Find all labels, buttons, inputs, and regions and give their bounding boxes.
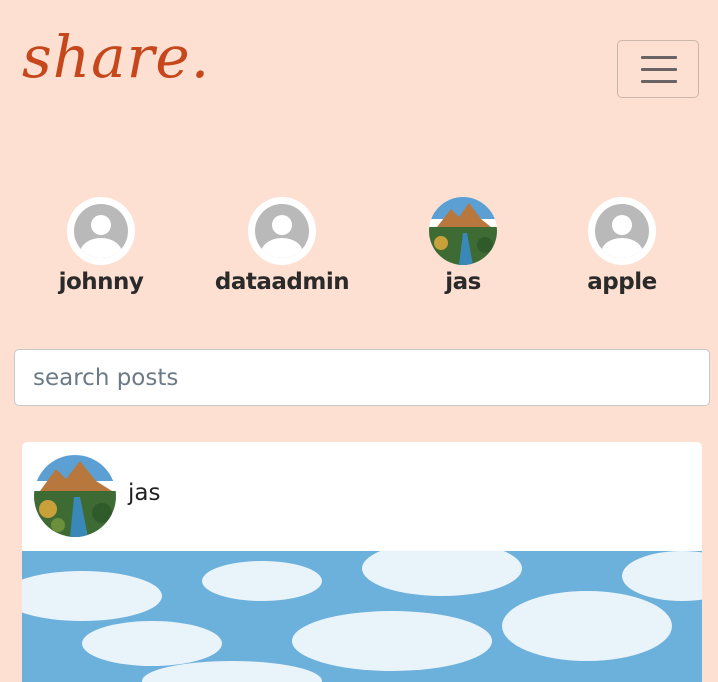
post-card[interactable]: jas (22, 442, 702, 682)
user-name: apple (587, 269, 657, 295)
post-author-name[interactable]: jas (128, 480, 160, 506)
site-logo[interactable]: share. (22, 8, 210, 86)
search-input[interactable] (14, 349, 710, 406)
user-name: dataadmin (214, 269, 350, 295)
menu-toggle-button[interactable] (617, 40, 699, 98)
default-avatar-icon (67, 197, 135, 265)
user-item-johnny[interactable]: johnny (21, 190, 181, 295)
user-list: johnny dataadmin jas apple (0, 190, 718, 300)
post-image[interactable] (22, 551, 702, 682)
site-header: share. (0, 0, 718, 140)
user-item-dataadmin[interactable]: dataadmin (202, 190, 362, 295)
landscape-avatar-image (429, 197, 497, 265)
post-author-avatar[interactable] (34, 455, 116, 537)
user-item-apple[interactable]: apple (542, 190, 702, 295)
user-name: jas (445, 269, 481, 295)
user-name: johnny (58, 269, 144, 295)
default-avatar-icon (248, 197, 316, 265)
default-avatar-icon (588, 197, 656, 265)
user-item-jas[interactable]: jas (383, 190, 543, 295)
